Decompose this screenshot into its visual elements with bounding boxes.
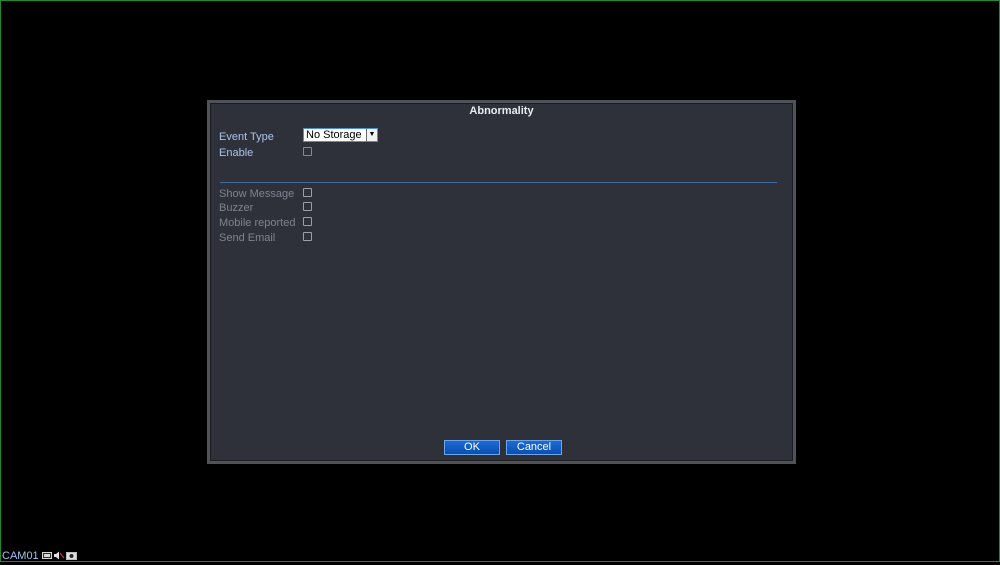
chevron-down-icon[interactable]: ▼ (366, 129, 377, 141)
mobile-reported-label: Mobile reported (219, 217, 296, 229)
event-type-select[interactable]: No Storage ▼ (303, 128, 378, 142)
buzzer-checkbox[interactable] (303, 202, 312, 211)
show-message-checkbox[interactable] (303, 188, 312, 197)
enable-label: Enable (219, 147, 254, 159)
dialog-title: Abnormality (469, 105, 534, 117)
status-bar: CAM01 (2, 550, 77, 562)
buzzer-label: Buzzer (219, 202, 254, 214)
send-email-checkbox[interactable] (303, 232, 312, 241)
send-email-label: Send Email (219, 232, 276, 244)
abnormality-dialog: Abnormality Event Type No Storage ▼ Enab… (207, 100, 796, 464)
enable-checkbox[interactable] (303, 147, 312, 156)
show-message-label: Show Message (219, 188, 295, 200)
cancel-button[interactable]: Cancel (506, 440, 562, 455)
section-divider (220, 182, 777, 183)
ok-button[interactable]: OK (444, 440, 500, 455)
event-type-label: Event Type (219, 131, 274, 143)
camera-label: CAM01 (2, 550, 39, 562)
record-icon (41, 547, 52, 565)
camera-icon (65, 547, 77, 565)
audio-mute-icon (53, 547, 65, 565)
mobile-reported-checkbox[interactable] (303, 217, 312, 226)
screen: Abnormality Event Type No Storage ▼ Enab… (0, 0, 1000, 562)
event-type-value: No Storage (306, 129, 362, 141)
